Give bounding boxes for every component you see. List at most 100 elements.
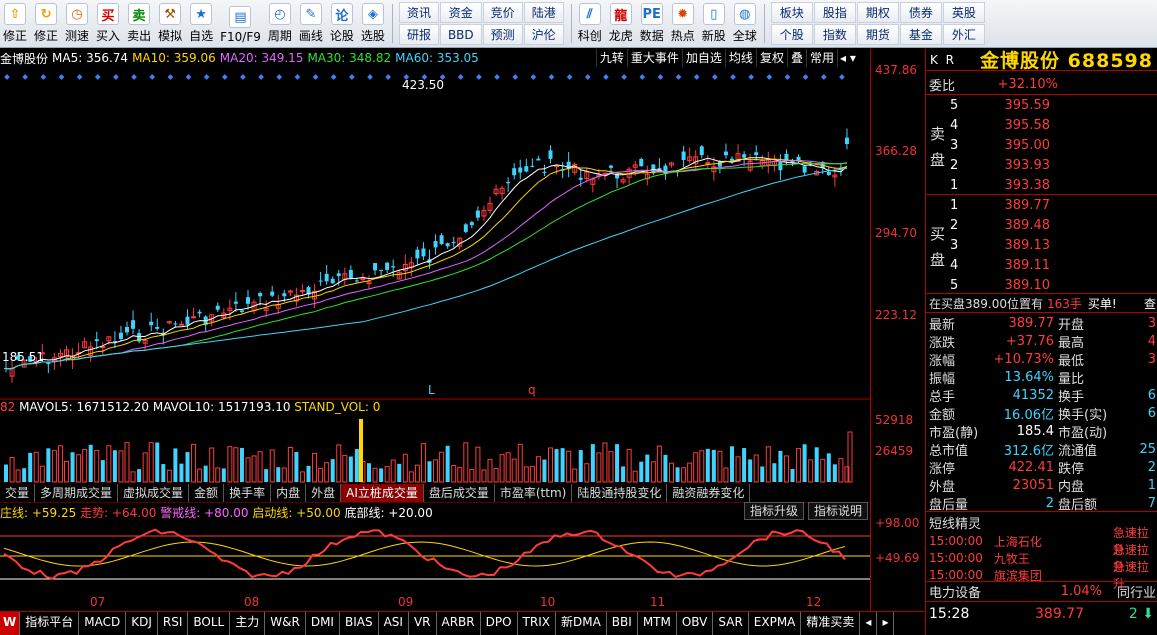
indicator-tab[interactable]: ASI <box>379 612 409 635</box>
indicator-tab[interactable]: KDJ <box>126 612 158 635</box>
toolbar-grid-button[interactable]: 研报 <box>398 24 439 45</box>
indicator-tab[interactable]: MACD <box>79 612 127 635</box>
indicator-tab[interactable]: TRIX <box>518 612 556 635</box>
chart-button[interactable]: ⫽ 科创 <box>575 0 606 47</box>
indicator-tab[interactable]: DMI <box>306 612 340 635</box>
chart-nav-arrows[interactable]: ◂ ▾ <box>840 49 870 67</box>
stat-value-2: 2 <box>1147 459 1156 475</box>
volume-tab[interactable]: 内盘 <box>271 484 307 502</box>
volume-tab[interactable]: 融资融券变化 <box>667 484 751 502</box>
toolbar-grid-button[interactable]: 个股 <box>770 24 813 45</box>
refresh-button[interactable]: ↻ 修正 <box>31 0 62 47</box>
toolbar-grid-button[interactable]: 资金 <box>439 2 482 23</box>
indicator-tab[interactable]: 新DMA <box>556 612 607 635</box>
volume-bar <box>475 446 481 483</box>
indicator-help-button[interactable]: 指标说明 <box>808 502 869 520</box>
volume-tab[interactable]: 虚拟成交量 <box>118 484 190 502</box>
indicator-platform-icon[interactable]: W <box>0 612 21 635</box>
toolbar-grid-button[interactable]: 期货 <box>856 24 899 45</box>
indicator-tab[interactable]: SAR <box>713 612 749 635</box>
volume-tab[interactable]: 外盘 <box>306 484 342 502</box>
discuss-button[interactable]: 论论股 <box>327 0 358 47</box>
chart-tool-button[interactable]: 重大事件 <box>626 49 682 67</box>
indicator-tab[interactable]: BBI <box>607 612 638 635</box>
indicator-tab[interactable]: ARBR <box>437 612 481 635</box>
indicator-tab[interactable]: 精准买卖 <box>801 612 861 635</box>
toolbar-grid-button[interactable]: 期权 <box>856 2 899 23</box>
kline-chart-area[interactable]: 金博股份 MA5: 356.74 MA10: 359.06 MA20: 349.… <box>0 49 924 612</box>
volume-tab[interactable]: 金额 <box>189 484 225 502</box>
document-button[interactable]: ▤ F10/F9 <box>217 0 265 47</box>
notice-check[interactable]: 查 <box>1144 295 1157 312</box>
volume-bar <box>469 469 475 483</box>
scroll-left-icon[interactable]: ◂ <box>860 612 878 635</box>
hammer-button[interactable]: ⚒ 模拟 <box>155 0 186 47</box>
peer-link[interactable]: 同行业 <box>1117 582 1157 601</box>
event-marker-l[interactable]: L <box>428 383 435 397</box>
chart-tool-button[interactable]: 加自选 <box>681 49 725 67</box>
chart-tool-button[interactable]: 常用 <box>805 49 837 67</box>
sector-row[interactable]: 电力设备 1.04% 同行业 <box>926 582 1157 601</box>
toolbar-grid-button[interactable]: 陆港 <box>523 2 564 23</box>
dragon-button[interactable]: 龍龙虎 <box>606 0 637 47</box>
volume-tab[interactable]: 换手率 <box>224 484 272 502</box>
stat-label-2: 开盘 <box>1058 317 1085 333</box>
toolbar-grid-button[interactable]: 股指 <box>813 2 856 23</box>
volume-tab[interactable]: 盘后成交量 <box>424 484 495 502</box>
candle-body <box>336 273 341 277</box>
order-level-row: 1 393.38 <box>926 176 1157 194</box>
toolbar-grid-button[interactable]: BBD <box>439 24 482 45</box>
clock-button[interactable]: ◷ 测速 <box>62 0 93 47</box>
indicator-tab[interactable]: RSI <box>158 612 189 635</box>
volume-tab[interactable]: 交量 <box>0 484 36 502</box>
indicator-tab[interactable]: DPO <box>481 612 518 635</box>
indicator-tab[interactable]: BOLL <box>188 612 231 635</box>
indicator-tab[interactable]: OBV <box>677 612 714 635</box>
sell-button[interactable]: 卖卖出 <box>124 0 155 47</box>
toolbar-grid-button[interactable]: 资讯 <box>398 2 439 23</box>
indicator-tab[interactable]: 主力 <box>230 612 266 635</box>
indicator-tab[interactable]: W&R <box>265 612 306 635</box>
kline-chart-canvas[interactable] <box>0 49 924 612</box>
fire-button[interactable]: ✹ 热点 <box>668 0 699 47</box>
toolbar-grid-button[interactable]: 竞价 <box>482 2 523 23</box>
indicator-tab[interactable]: 指标平台 <box>20 612 80 635</box>
volume-tab[interactable]: AI立桩成交量 <box>341 484 424 502</box>
toolbar-grid-button[interactable]: 指数 <box>813 24 856 45</box>
volume-tabs: 交量 多周期成交量 虚拟成交量 金额 换手率 内盘 外盘 AI立桩成交量 盘后成交量 市盈率(tt… <box>0 484 870 502</box>
chart-tool-button[interactable]: 均线 <box>724 49 756 67</box>
pencil-button[interactable]: ✎ 画线 <box>296 0 327 47</box>
toolbar-grid-button[interactable]: 债券 <box>899 2 942 23</box>
toolbar-grid-button[interactable]: 板块 <box>770 2 813 23</box>
volume-tab[interactable]: 市盈率(ttm) <box>495 484 573 502</box>
toolbar-grid-button[interactable]: 英股 <box>942 2 985 23</box>
stat-row: 总手 41352 换手 6 <box>926 386 1157 405</box>
indicator-tab[interactable]: VR <box>409 612 437 635</box>
indicator-tab[interactable]: MTM <box>638 612 677 635</box>
event-marker-q[interactable]: q <box>528 383 536 397</box>
star-button[interactable]: ★ 自选 <box>186 0 217 47</box>
select-button[interactable]: ◈ 选股 <box>358 0 389 47</box>
toolbar-grid-button[interactable]: 外汇 <box>942 24 985 45</box>
phone-button[interactable]: ▯ 新股 <box>699 0 730 47</box>
scroll-right-icon[interactable]: ▸ <box>877 612 895 635</box>
indicator-tab[interactable]: BIAS <box>340 612 379 635</box>
pe-button[interactable]: PE 数据 <box>637 0 668 47</box>
indicator-tab[interactable]: EXPMA <box>749 612 802 635</box>
toolbar-grid-button[interactable]: 基金 <box>899 24 942 45</box>
indicator-upgrade-button[interactable]: 指标升级 <box>744 502 805 520</box>
chart-tool-button[interactable]: 叠 <box>786 49 806 67</box>
buy-button[interactable]: 买买入 <box>93 0 124 47</box>
volume-tab[interactable]: 陆股通持股变化 <box>572 484 668 502</box>
globe-button[interactable]: ◍ 全球 <box>730 0 761 47</box>
volume-tab[interactable]: 多周期成交量 <box>35 484 119 502</box>
arrow-up-button[interactable]: ⇧ 修正 <box>0 0 31 47</box>
chart-tool-button[interactable]: 复权 <box>755 49 787 67</box>
chart-tool-button[interactable]: 九转 <box>595 49 627 67</box>
period-button[interactable]: ◴ 周期 <box>265 0 296 47</box>
toolbar-grid-button[interactable]: 沪伦 <box>523 24 564 45</box>
volume-tick: 52918 <box>875 413 914 427</box>
big-order-notice[interactable]: 在买盘389.00位置有 163手 买单! 查 <box>926 294 1157 312</box>
stat-label-2: 市盈(动) <box>1058 425 1108 441</box>
toolbar-grid-button[interactable]: 预测 <box>482 24 523 45</box>
